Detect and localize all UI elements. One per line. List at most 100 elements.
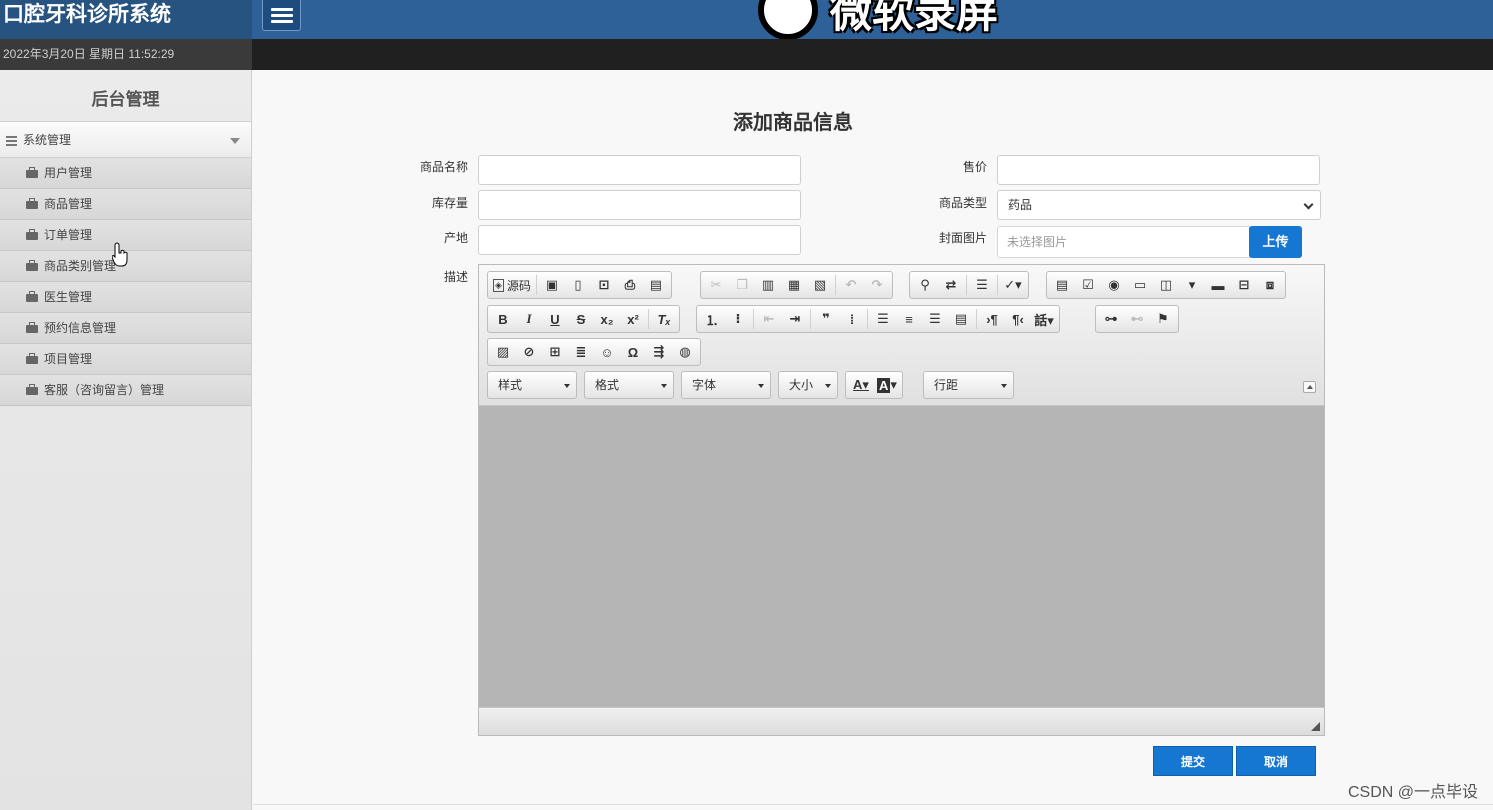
textarea-icon[interactable]: ◫ [1153,274,1179,296]
flash-icon[interactable]: ⊘ [516,341,542,363]
hamburger-icon-bar [271,20,293,23]
image-button-icon[interactable]: ⊟ [1231,274,1257,296]
sidebar-item-label: 订单管理 [44,228,93,242]
align-left-icon[interactable]: ☰ [870,308,896,330]
line-height-combo[interactable]: 行距 [923,371,1014,399]
text-color-icon[interactable]: A▾ [848,374,874,396]
save-icon[interactable]: ▣ [539,274,565,296]
bulleted-list-icon[interactable]: ⁝ [725,308,751,330]
sidebar-item-users[interactable]: 用户管理 [0,158,251,189]
text-rtl-icon[interactable]: ¶‹ [1005,308,1031,330]
div-container-icon[interactable]: ⁞ [839,308,865,330]
bold-icon[interactable]: B [490,308,516,330]
stock-input[interactable] [478,190,801,220]
strikethrough-icon[interactable]: S [568,308,594,330]
iframe-globe-icon[interactable]: ◍ [672,341,698,363]
paste-word-icon[interactable]: ▧ [807,274,833,296]
unlink-icon[interactable]: ⊷ [1124,308,1150,330]
watermark-text: 微软录屏 [830,0,999,36]
price-input[interactable] [997,155,1320,185]
replace-icon[interactable]: ⇄ [938,274,964,296]
button-icon[interactable]: ▬ [1205,274,1231,296]
styles-combo[interactable]: 样式 [487,371,577,399]
upload-button[interactable]: 上传 [1249,226,1302,258]
undo-icon[interactable]: ↶ [838,274,864,296]
spellcheck-icon[interactable]: ✓▾ [1000,274,1026,296]
indent-icon[interactable]: ⇥ [782,308,808,330]
special-char-icon[interactable]: Ω [620,341,646,363]
redo-icon[interactable]: ↷ [864,274,890,296]
caret-down-icon [661,384,667,388]
text-ltr-icon[interactable]: ›¶ [979,308,1005,330]
stock-label: 库存量 [431,196,468,210]
hand-cursor-icon [112,242,128,267]
new-page-icon[interactable]: ▯ [565,274,591,296]
resize-grip-icon[interactable] [1311,722,1320,731]
preview-icon[interactable]: ⊡ [591,274,617,296]
sidebar-item-products[interactable]: 商品管理 [0,189,251,220]
align-right-icon[interactable]: ☰ [922,308,948,330]
caret-down-icon [230,138,240,144]
blockquote-icon[interactable]: ❞ [813,308,839,330]
find-icon[interactable]: ⚲ [912,274,938,296]
form-icon[interactable]: ▤ [1049,274,1075,296]
sidebar-item-appointments[interactable]: 预约信息管理 [0,313,251,344]
copy-icon[interactable]: ❐ [729,274,755,296]
paste-icon[interactable]: ▥ [755,274,781,296]
superscript-icon[interactable]: x² [620,308,646,330]
subscript-icon[interactable]: x₂ [594,308,620,330]
product-name-input[interactable] [478,155,801,185]
select-icon[interactable]: ▾ [1179,274,1205,296]
editor-toolbar: ◈ 源码 ▣ ▯ ⊡ ⎙ ▤ ✂ ❐ ▥ ▦ ▧ ↶ ↷ ⚲ ⇄ ☰ ✓▾ ▤ … [479,265,1324,406]
cancel-button[interactable]: 取消 [1236,746,1316,776]
checkbox-icon[interactable]: ☑ [1075,274,1101,296]
chevron-down-icon [1303,199,1314,210]
align-center-icon[interactable]: ≡ [896,308,922,330]
smiley-icon[interactable]: ☺ [594,341,620,363]
link-icon[interactable]: ⊶ [1098,308,1124,330]
briefcase-icon [26,291,38,302]
sidebar-item-label: 预约信息管理 [44,321,117,335]
cover-image-file-field[interactable]: 未选择图片 [997,226,1250,258]
cover-image-label: 封面图片 [938,231,987,245]
print-icon[interactable]: ⎙ [617,274,643,296]
sidebar-item-doctors[interactable]: 医生管理 [0,282,251,313]
anchor-flag-icon[interactable]: ⚑ [1150,308,1176,330]
background-color-icon[interactable]: A ▾ [874,374,900,396]
menu-toggle-button[interactable] [262,0,301,31]
templates-icon[interactable]: ▤ [643,274,669,296]
sidebar-item-customer-service[interactable]: 客服（咨询留言）管理 [0,375,251,406]
sidebar-item-label: 商品管理 [44,197,93,211]
textfield-icon[interactable]: ▭ [1127,274,1153,296]
underline-icon[interactable]: U [542,308,568,330]
paste-text-icon[interactable]: ▦ [781,274,807,296]
select-all-icon[interactable]: ☰ [969,274,995,296]
font-combo[interactable]: 字体 [681,371,771,399]
language-icon[interactable]: 話▾ [1031,308,1057,330]
italic-icon[interactable]: I [516,308,542,330]
submit-button[interactable]: 提交 [1153,746,1233,776]
font-size-combo[interactable]: 大小 [778,371,838,399]
sidebar-item-label: 用户管理 [44,166,93,180]
sidebar-item-projects[interactable]: 项目管理 [0,344,251,375]
horizontal-rule-icon[interactable]: ≣ [568,341,594,363]
outdent-icon[interactable]: ⇤ [756,308,782,330]
page-break-icon[interactable]: ⇶ [646,341,672,363]
csdn-watermark: CSDN @一点毕设 [1347,784,1478,801]
table-icon[interactable]: ⊞ [542,341,568,363]
cut-icon[interactable]: ✂ [703,274,729,296]
format-combo[interactable]: 格式 [584,371,674,399]
category-select[interactable]: 药品 [997,190,1321,220]
remove-format-icon[interactable]: Tₓ [651,308,677,330]
collapse-toolbar-icon[interactable] [1303,381,1316,393]
image-icon[interactable]: ▨ [490,341,516,363]
source-button[interactable]: ◈ 源码 [490,274,534,296]
radio-icon[interactable]: ◉ [1101,274,1127,296]
sidebar-item-label: 商品类别管理 [44,259,117,273]
numbered-list-icon[interactable]: ⒈ [699,308,725,330]
justify-icon[interactable]: ▤ [948,308,974,330]
sidebar-group-system[interactable]: 系统管理 [0,122,251,158]
origin-input[interactable] [478,225,801,255]
editor-content-area[interactable] [479,406,1324,707]
hidden-field-icon[interactable]: ⧈ [1257,274,1283,296]
